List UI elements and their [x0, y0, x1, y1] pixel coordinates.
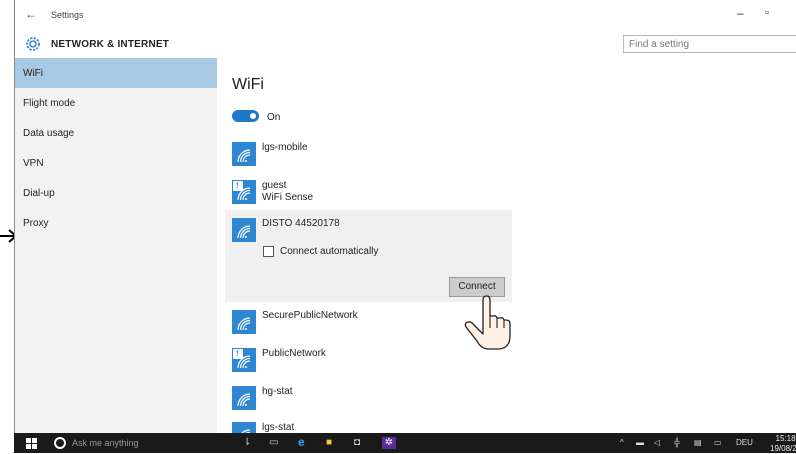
network-name: DISTO 44520178: [262, 218, 340, 229]
chevron-up-icon[interactable]: ^: [620, 438, 624, 447]
maximize-button[interactable]: ▫: [765, 7, 769, 19]
network-subtitle: WiFi Sense: [262, 192, 314, 203]
store-icon[interactable]: ◘: [354, 437, 360, 449]
network-name: hg-stat: [262, 386, 293, 397]
network-tray-icon[interactable]: ╬: [674, 438, 680, 447]
windows-start-icon[interactable]: [26, 438, 37, 449]
volume-icon[interactable]: ◁: [654, 438, 660, 447]
sidebar-item-vpn[interactable]: VPN: [15, 148, 217, 178]
window-title: Settings: [51, 10, 84, 20]
sidebar: WiFi Flight mode Data usage VPN Dial-up …: [15, 58, 217, 433]
network-name: lgs-stat: [262, 422, 295, 433]
wifi-toggle-label: On: [267, 112, 281, 123]
sidebar-item-proxy[interactable]: Proxy: [15, 208, 217, 238]
wifi-signal-icon: [232, 310, 256, 334]
wifi-secured-icon: !: [232, 348, 256, 372]
sidebar-item-wifi[interactable]: WiFi: [15, 58, 217, 88]
gear-icon: [26, 37, 40, 51]
file-explorer-icon[interactable]: ■: [326, 437, 332, 449]
language-indicator[interactable]: DEU: [736, 438, 753, 447]
taskbar-search-input[interactable]: Ask me anything: [72, 438, 139, 448]
action-center-icon[interactable]: ▤: [694, 438, 702, 447]
network-name: guest: [262, 180, 287, 191]
wifi-signal-icon: [232, 218, 256, 242]
wifi-secured-icon: !: [232, 180, 256, 204]
wifi-signal-icon: [232, 386, 256, 410]
connect-automatically-checkbox[interactable]: [263, 246, 274, 257]
shield-icon: !: [233, 181, 243, 191]
microphone-icon[interactable]: ⇂: [243, 437, 251, 449]
clock[interactable]: 15:18 19/08/20: [770, 434, 796, 454]
keyboard-icon[interactable]: ▭: [714, 438, 722, 447]
wifi-signal-icon: [232, 142, 256, 166]
network-name: lgs-mobile: [262, 142, 308, 153]
network-name: SecurePublicNetwork: [262, 310, 358, 321]
app-icon[interactable]: ✲: [382, 437, 396, 449]
task-view-icon[interactable]: ▭: [269, 437, 278, 449]
wifi-heading: WiFi: [232, 76, 264, 93]
back-button[interactable]: ←: [25, 7, 37, 21]
section-header: NETWORK & INTERNET Find a setting: [15, 30, 796, 58]
cortana-icon[interactable]: [54, 437, 66, 449]
taskbar: Ask me anything ⇂ ▭ e ■ ◘ ✲ ^ ▬ ◁ ╬ ▤ ▭ …: [14, 433, 796, 453]
minimize-button[interactable]: –: [737, 6, 744, 20]
sidebar-item-dial-up[interactable]: Dial-up: [15, 178, 217, 208]
title-bar: ← Settings – ▫: [15, 0, 796, 30]
sidebar-item-flight-mode[interactable]: Flight mode: [15, 88, 217, 118]
hand-cursor-icon: [464, 295, 511, 350]
main-content: WiFi On lgs-mobile ! guest WiFi Sense DI…: [217, 58, 796, 433]
settings-window: ← Settings – ▫ NETWORK & INTERNET Find a…: [14, 0, 796, 433]
sidebar-item-data-usage[interactable]: Data usage: [15, 118, 217, 148]
wifi-signal-icon: [232, 422, 256, 433]
search-input[interactable]: Find a setting: [623, 35, 796, 53]
wifi-toggle[interactable]: [232, 110, 259, 122]
shield-icon: !: [233, 349, 243, 359]
edge-browser-icon[interactable]: e: [298, 436, 305, 448]
connect-automatically-label: Connect automatically: [280, 246, 379, 257]
page-title: NETWORK & INTERNET: [51, 39, 170, 50]
toggle-knob: [250, 113, 256, 119]
network-name: PublicNetwork: [262, 348, 326, 359]
clock-time: 15:18: [775, 434, 796, 443]
battery-icon[interactable]: ▬: [636, 438, 644, 447]
